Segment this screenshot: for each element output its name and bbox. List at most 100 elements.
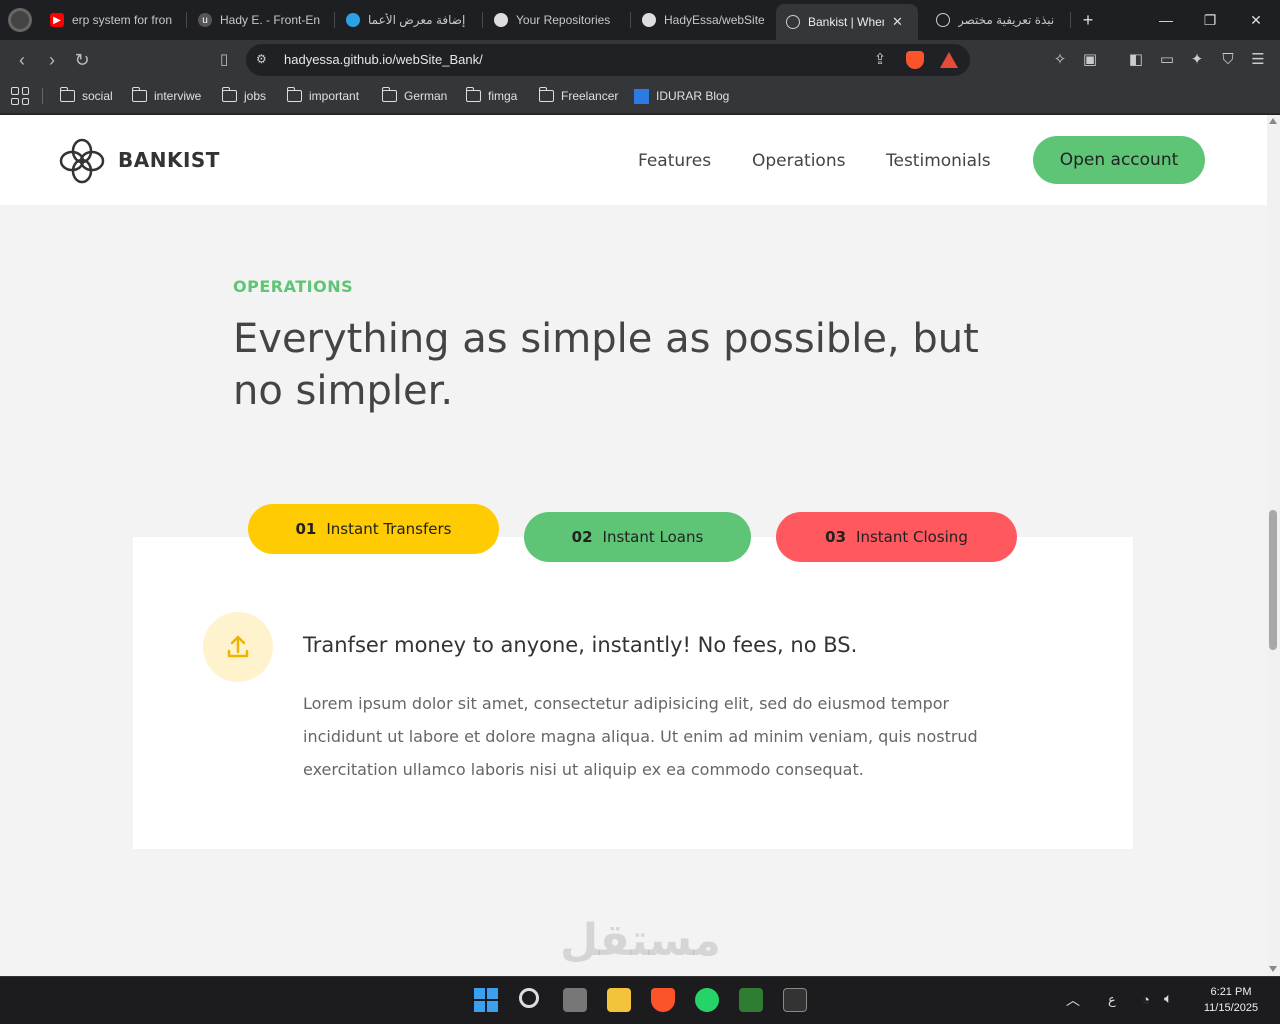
scroll-down-icon[interactable] xyxy=(1269,966,1277,972)
github-icon xyxy=(642,13,656,27)
tab-title: HadyEssa/webSite xyxy=(664,13,764,27)
url-text[interactable]: hadyessa.github.io/webSite_Bank/ xyxy=(284,52,483,67)
scrollbar-thumb[interactable] xyxy=(1269,510,1277,650)
extensions-icon[interactable]: ✧ xyxy=(1050,50,1070,70)
bankist-logo-icon xyxy=(59,138,105,184)
share-icon[interactable]: ⇪ xyxy=(870,50,890,70)
leo-ai-icon[interactable]: ✦ xyxy=(1187,50,1207,70)
bookmark-label: social xyxy=(82,89,113,103)
nav-testimonials[interactable]: Testimonials xyxy=(886,151,991,171)
bookmark-label: jobs xyxy=(244,89,267,103)
task-view-icon[interactable] xyxy=(563,988,587,1012)
tab-instant-transfers[interactable]: 01 Instant Transfers xyxy=(248,504,499,554)
tab-3[interactable]: إضافة معرض الأعما xyxy=(336,6,482,34)
minimize-icon[interactable]: — xyxy=(1152,8,1180,32)
forward-icon[interactable]: › xyxy=(40,48,64,72)
back-icon[interactable]: ‹ xyxy=(10,48,34,72)
content-title: Tranfser money to anyone, instantly! No … xyxy=(303,633,858,657)
windows-start-icon[interactable] xyxy=(474,988,498,1012)
close-window-icon[interactable]: ✕ xyxy=(1242,8,1270,32)
brave-shields-icon[interactable] xyxy=(906,51,924,69)
apps-icon[interactable] xyxy=(11,87,29,105)
vpn-icon[interactable]: ⛉ xyxy=(1218,50,1238,70)
reader-icon[interactable]: ▣ xyxy=(1080,50,1100,70)
tab-divider xyxy=(334,12,335,28)
folder-icon xyxy=(538,87,554,102)
browser-menu-icon[interactable] xyxy=(8,8,32,32)
github-icon xyxy=(494,13,508,27)
section-label: OPERATIONS xyxy=(233,277,354,296)
sidebar-icon[interactable]: ◧ xyxy=(1126,50,1146,70)
tab-title: Your Repositories xyxy=(516,13,611,27)
close-icon[interactable]: ✕ xyxy=(892,14,903,30)
tab-2[interactable]: u Hady E. - Front-En xyxy=(188,6,334,34)
tab-title: erp system for fron xyxy=(72,13,173,27)
search-icon[interactable] xyxy=(519,988,539,1008)
tab-title: Bankist | When xyxy=(808,15,884,29)
folder-icon xyxy=(131,87,147,102)
tab-active[interactable]: Bankist | When ✕ xyxy=(776,4,918,40)
volume-icon[interactable]: 🔈︎ xyxy=(1164,990,1172,1007)
section-title: Everything as simple as possible, but no… xyxy=(233,316,979,414)
mostaql-watermark: مستقل xyxy=(560,915,721,966)
wifi-icon[interactable]: ◔ xyxy=(1142,992,1150,1007)
content-body: Lorem ipsum dolor sit amet, consectetur … xyxy=(303,694,978,779)
tab-1[interactable]: ▶ erp system for fron xyxy=(40,6,186,34)
bookmark-label: IDURAR Blog xyxy=(656,89,730,103)
nav-operations[interactable]: Operations xyxy=(752,151,845,171)
tab-5[interactable]: HadyEssa/webSite xyxy=(632,6,774,34)
bookmark-icon[interactable]: ▯ xyxy=(212,48,236,72)
bookmark-freelancer[interactable]: Freelancer xyxy=(538,87,618,105)
idurar-icon xyxy=(634,88,649,104)
brave-browser-icon[interactable] xyxy=(651,988,675,1012)
bookmark-label: fimga xyxy=(488,89,518,103)
tab-instant-loans[interactable]: 02 Instant Loans xyxy=(524,512,751,562)
tab-4[interactable]: Your Repositories xyxy=(484,6,630,34)
clock-date: 11/15/2025 xyxy=(1203,1002,1259,1014)
brave-rewards-icon[interactable] xyxy=(940,52,958,68)
bookmark-important[interactable]: important xyxy=(286,87,360,105)
scroll-up-icon[interactable] xyxy=(1269,118,1277,124)
bookmark-fimga[interactable]: fimga xyxy=(465,87,518,105)
new-tab-button[interactable]: + xyxy=(1074,8,1102,32)
bookmark-social[interactable]: social xyxy=(59,87,113,105)
tab-label: Instant Loans xyxy=(602,528,704,546)
tab-title: إضافة معرض الأعما xyxy=(368,13,466,27)
bookmark-german[interactable]: German xyxy=(381,87,448,105)
open-account-button[interactable]: Open account xyxy=(1033,136,1205,184)
web-page: BANKIST Features Operations Testimonials… xyxy=(0,115,1267,976)
bookmark-label: important xyxy=(309,89,360,103)
android-studio-icon[interactable] xyxy=(739,988,763,1012)
tab-divider xyxy=(630,12,631,28)
tab-number: 03 xyxy=(825,528,847,546)
bookmark-interviwe[interactable]: interviwe xyxy=(131,87,201,105)
tab-number: 01 xyxy=(295,520,317,538)
menu-icon[interactable]: ☰ xyxy=(1248,50,1268,70)
bookmark-label: German xyxy=(404,89,448,103)
bankist-icon xyxy=(786,15,800,29)
file-explorer-icon[interactable] xyxy=(607,988,631,1012)
tray-chevron-icon[interactable]: ︿ xyxy=(1066,990,1080,1010)
reload-icon[interactable]: ↻ xyxy=(70,48,94,72)
bookmark-idurar[interactable]: IDURAR Blog xyxy=(634,87,729,105)
clock[interactable]: 6:21 PM 11/15/2025 xyxy=(1196,984,1266,1016)
wallet-icon[interactable]: ▭ xyxy=(1157,50,1177,70)
bookmark-jobs[interactable]: jobs xyxy=(221,87,267,105)
tab-number: 02 xyxy=(571,528,593,546)
tab-label: Instant Closing xyxy=(856,528,968,546)
language-indicator[interactable]: ع xyxy=(1108,992,1116,1008)
tab-7[interactable]: نبذة تعريفية مختصر xyxy=(926,6,1070,34)
youtube-icon: ▶ xyxy=(50,13,64,27)
site-info-icon[interactable]: ⚙ xyxy=(256,52,270,66)
restore-icon[interactable]: ❐ xyxy=(1196,8,1224,32)
mostaql-icon xyxy=(346,13,360,27)
nav-features[interactable]: Features xyxy=(638,151,711,171)
whatsapp-icon[interactable] xyxy=(695,988,719,1012)
tab-instant-closing[interactable]: 03 Instant Closing xyxy=(776,512,1017,562)
tab-divider xyxy=(186,12,187,28)
upload-icon xyxy=(203,612,273,682)
terminal-icon[interactable] xyxy=(783,988,807,1012)
chatgpt-icon xyxy=(936,13,950,27)
folder-icon xyxy=(465,87,481,102)
tab-divider xyxy=(482,12,483,28)
